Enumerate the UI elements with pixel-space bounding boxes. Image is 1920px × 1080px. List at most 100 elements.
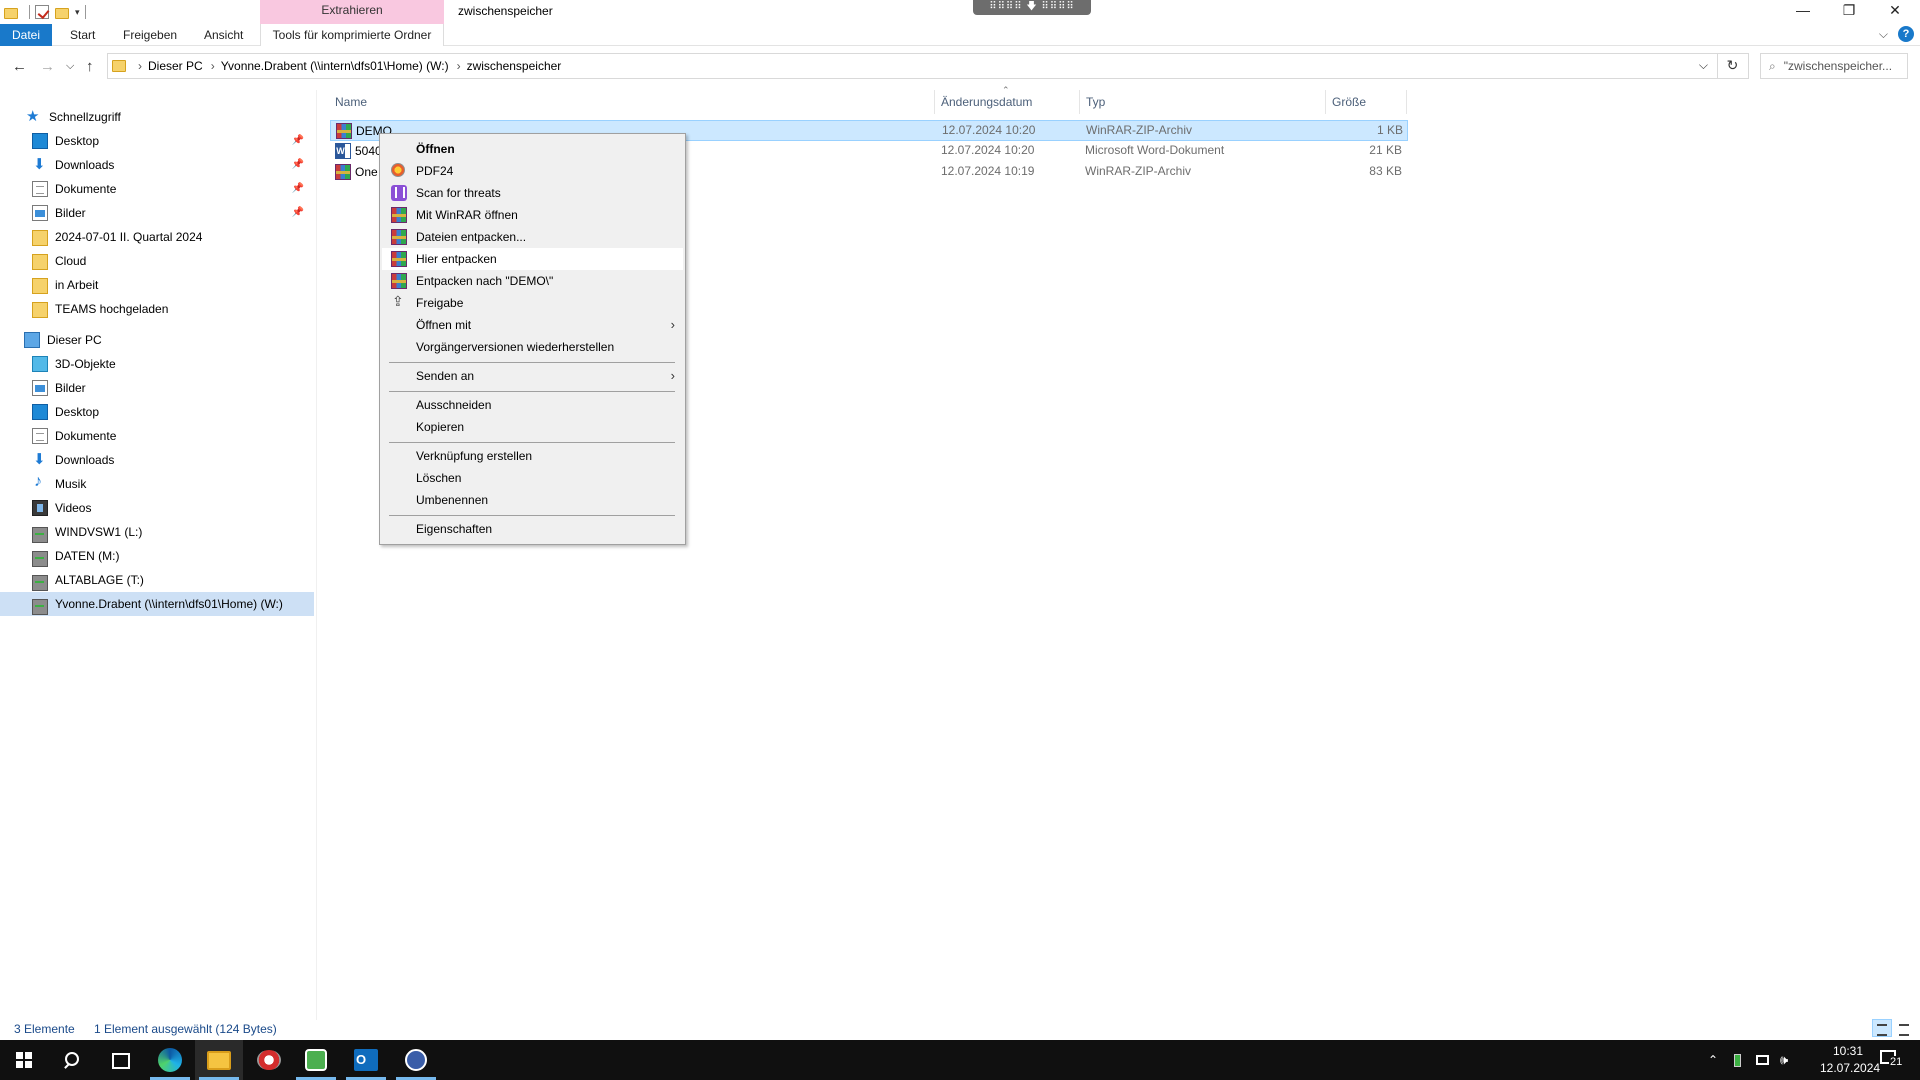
breadcrumb-zwischenspeicher[interactable]: zwischenspeicher <box>467 59 562 73</box>
winrar-icon <box>391 251 407 267</box>
breadcrumb-dieser-pc[interactable]: Dieser PC <box>148 59 203 73</box>
notification-center-icon[interactable]: 21 <box>1880 1048 1904 1072</box>
nav-label: Downloads <box>55 158 115 172</box>
properties-icon[interactable] <box>35 5 49 19</box>
tab-start[interactable]: Start <box>60 24 105 46</box>
nav-pc-videos[interactable]: Videos <box>0 496 314 520</box>
search-input[interactable]: ⌕ "zwischenspeicher... <box>1760 53 1908 79</box>
restore-button[interactable]: ❐ <box>1826 0 1872 22</box>
menu-item-oeffnen-mit[interactable]: Öffnen mit › <box>382 314 683 336</box>
customize-qat-icon[interactable]: ▾ <box>75 7 80 18</box>
search-icon[interactable] <box>48 1040 96 1080</box>
tab-tools-komprimierte-ordner[interactable]: Tools für komprimierte Ordner <box>260 24 444 46</box>
menu-item-freigabe[interactable]: Freigabe <box>382 292 683 314</box>
close-button[interactable]: ✕ <box>1872 0 1918 22</box>
task-view-icon[interactable] <box>96 1040 144 1080</box>
file-date: 12.07.2024 10:19 <box>941 164 1035 178</box>
nav-drive-l[interactable]: WINDVSW1 (L:) <box>0 520 314 544</box>
help-icon[interactable]: ? <box>1898 26 1914 42</box>
refresh-button[interactable]: ↻ <box>1717 53 1747 79</box>
minimize-button[interactable]: — <box>1780 0 1826 22</box>
ribbon-expand-icon[interactable]: ⌵ <box>1879 27 1888 42</box>
documents-icon <box>32 428 48 444</box>
nav-qa-teams[interactable]: TEAMS hochgeladen <box>0 297 314 321</box>
tab-ansicht[interactable]: Ansicht <box>194 24 253 46</box>
network-icon[interactable] <box>1756 1040 1769 1080</box>
nav-schnellzugriff[interactable]: Schnellzugriff <box>0 105 314 129</box>
nav-pc-bilder[interactable]: Bilder <box>0 376 314 400</box>
nav-qa-desktop[interactable]: Desktop 📌 <box>0 129 314 153</box>
nav-pc-downloads[interactable]: Downloads <box>0 448 314 472</box>
new-folder-icon[interactable] <box>55 8 69 19</box>
nav-qa-bilder[interactable]: Bilder 📌 <box>0 201 314 225</box>
column-header-size[interactable]: Größe <box>1327 90 1407 114</box>
taskbar-green-app[interactable] <box>292 1040 340 1080</box>
menu-item-scan[interactable]: Scan for threats <box>382 182 683 204</box>
menu-item-pdf24[interactable]: PDF24 <box>382 160 683 182</box>
taskbar-file-explorer[interactable] <box>195 1040 243 1080</box>
taskbar-edge[interactable] <box>146 1040 194 1080</box>
pin-icon[interactable]: 📌 <box>292 183 304 194</box>
nav-qa-dokumente[interactable]: Dokumente 📌 <box>0 177 314 201</box>
submenu-arrow-icon: › <box>670 317 675 332</box>
menu-item-winrar-oeffnen[interactable]: Mit WinRAR öffnen <box>382 204 683 226</box>
nav-drive-m[interactable]: DATEN (M:) <box>0 544 314 568</box>
menu-item-senden-an[interactable]: Senden an › <box>382 365 683 387</box>
nav-qa-downloads[interactable]: Downloads 📌 <box>0 153 314 177</box>
menu-item-kopieren[interactable]: Kopieren <box>382 416 683 438</box>
nav-qa-cloud[interactable]: Cloud <box>0 249 314 273</box>
tray-overflow-icon[interactable]: ⌃ <box>1708 1040 1718 1080</box>
menu-item-verknuepfung[interactable]: Verknüpfung erstellen <box>382 445 683 467</box>
nav-qa-in-arbeit[interactable]: in Arbeit <box>0 273 314 297</box>
item-count: 3 Elemente <box>14 1022 75 1036</box>
nav-pc-musik[interactable]: Musik <box>0 472 314 496</box>
pane-divider[interactable] <box>316 90 317 1020</box>
menu-item-hier-entpacken[interactable]: Hier entpacken <box>382 248 683 270</box>
nav-dieser-pc[interactable]: Dieser PC <box>0 328 314 352</box>
taskbar-lock-app[interactable] <box>392 1040 440 1080</box>
recent-locations-icon[interactable]: ⌵ <box>66 60 74 73</box>
up-arrow-icon[interactable]: ↑ <box>86 58 94 75</box>
menu-label: Umbenennen <box>416 493 489 507</box>
menu-item-oeffnen[interactable]: Öffnen <box>382 138 683 160</box>
pin-icon[interactable]: 📌 <box>292 135 304 146</box>
large-icons-view-icon[interactable] <box>1894 1019 1914 1037</box>
menu-item-ausschneiden[interactable]: Ausschneiden <box>382 394 683 416</box>
taskbar-pdf24[interactable] <box>245 1040 293 1080</box>
taskbar-outlook[interactable] <box>342 1040 390 1080</box>
menu-item-entpacken-nach[interactable]: Entpacken nach "DEMO\" <box>382 270 683 292</box>
start-button[interactable] <box>0 1040 48 1080</box>
address-bar[interactable]: › Dieser PC › Yvonne.Drabent (\\intern\d… <box>107 53 1749 79</box>
details-view-icon[interactable] <box>1872 1019 1892 1037</box>
menu-item-loeschen[interactable]: Löschen <box>382 467 683 489</box>
menu-item-eigenschaften[interactable]: Eigenschaften <box>382 518 683 540</box>
breadcrumb-home-drive[interactable]: Yvonne.Drabent (\\intern\dfs01\Home) (W:… <box>221 59 449 73</box>
pin-icon[interactable]: 📌 <box>292 159 304 170</box>
nav-label: Dokumente <box>55 429 117 443</box>
tab-datei[interactable]: Datei <box>0 24 52 46</box>
column-header-type[interactable]: Typ <box>1081 90 1326 114</box>
volume-icon[interactable]: 🕪 <box>1780 1040 1788 1080</box>
menu-item-umbenennen[interactable]: Umbenennen <box>382 489 683 511</box>
column-header-name[interactable]: Name <box>330 90 935 114</box>
nav-qa-quartal[interactable]: 2024-07-01 II. Quartal 2024 <box>0 225 314 249</box>
pin-icon[interactable]: 📌 <box>292 207 304 218</box>
battery-icon[interactable] <box>1734 1040 1741 1080</box>
clock[interactable]: 10:31 12.07.2024 <box>1820 1043 1880 1077</box>
file-type: WinRAR-ZIP-Archiv <box>1085 164 1192 178</box>
notification-count: 21 <box>1889 1056 1904 1068</box>
remote-session-drag-handle[interactable]: ⠿⠿⠿⠿ 🡇 ⠿⠿⠿⠿ <box>973 0 1091 15</box>
nav-drive-t[interactable]: ALTABLAGE (T:) <box>0 568 314 592</box>
address-dropdown-icon[interactable]: ⌵ <box>1699 58 1708 73</box>
folder-icon[interactable] <box>4 8 18 19</box>
back-arrow-icon[interactable]: ← <box>12 58 27 75</box>
tab-freigeben[interactable]: Freigeben <box>113 24 187 46</box>
menu-item-dateien-entpacken[interactable]: Dateien entpacken... <box>382 226 683 248</box>
nav-pc-dokumente[interactable]: Dokumente <box>0 424 314 448</box>
nav-pc-desktop[interactable]: Desktop <box>0 400 314 424</box>
nav-pc-3d-objekte[interactable]: 3D-Objekte <box>0 352 314 376</box>
menu-item-vorgaengerversionen[interactable]: Vorgängerversionen wiederherstellen <box>382 336 683 358</box>
forward-arrow-icon[interactable]: → <box>40 58 55 75</box>
menu-label: Mit WinRAR öffnen <box>416 208 518 222</box>
nav-drive-w[interactable]: Yvonne.Drabent (\\intern\dfs01\Home) (W:… <box>0 592 314 616</box>
